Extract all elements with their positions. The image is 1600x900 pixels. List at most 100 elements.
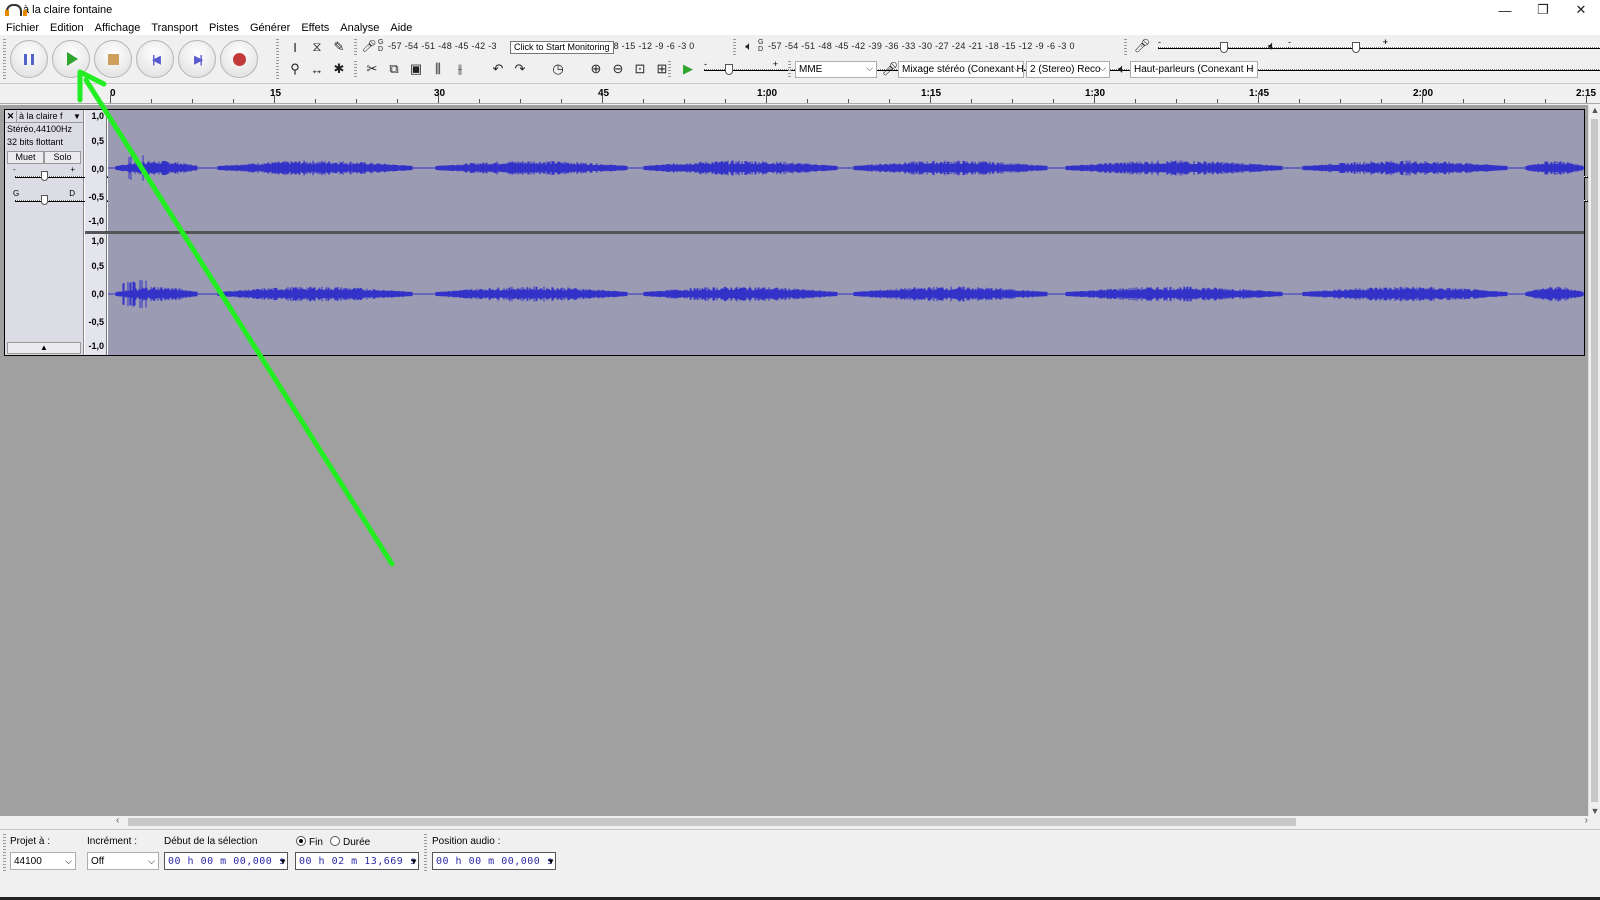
undo-icon[interactable]: ↶ <box>488 59 508 79</box>
zoom-tool-icon[interactable]: ⚲ <box>285 59 305 79</box>
timeline-ruler[interactable]: 0 15 30 45 1:00 1:15 1:30 1:45 2:00 2:15 <box>0 86 1600 104</box>
minimize-icon[interactable]: — <box>1486 0 1524 20</box>
track-menu-icon[interactable]: ▼ <box>71 112 83 121</box>
end-radio-option[interactable]: Fin <box>296 836 323 848</box>
project-rate-label: Projet à : <box>10 836 51 847</box>
slider-thumb[interactable] <box>725 64 733 75</box>
vertical-scrollbar[interactable]: ▲ ▼ <box>1588 105 1600 816</box>
toolbar-grip[interactable] <box>668 61 671 79</box>
menu-affichage[interactable]: Affichage <box>95 22 141 34</box>
scrollbar-thumb[interactable] <box>128 818 1296 826</box>
menu-edition[interactable]: Edition <box>50 22 84 34</box>
envelope-tool-icon[interactable]: ⧖ <box>307 37 327 57</box>
menu-transport[interactable]: Transport <box>151 22 198 34</box>
scroll-down-icon[interactable]: ▼ <box>1589 806 1600 816</box>
slider-thumb[interactable] <box>41 171 48 181</box>
vruler-label: -0,5 <box>88 192 104 202</box>
toolbar-grip[interactable] <box>3 834 6 872</box>
recording-device-select[interactable]: Mixage stéréo (Conexant H ⌵ <box>898 61 1024 78</box>
stop-button[interactable] <box>94 40 132 78</box>
audio-host-select[interactable]: MME ⌵ <box>795 61 877 78</box>
selection-tool-icon[interactable]: I <box>285 37 305 57</box>
menu-generer[interactable]: Générer <box>250 22 290 34</box>
paste-icon[interactable]: ▣ <box>406 59 426 79</box>
gain-slider[interactable]: - + <box>9 164 1596 188</box>
pause-button[interactable] <box>10 40 48 78</box>
close-icon[interactable]: ✕ <box>1562 0 1600 20</box>
window-title: à la claire fontaine <box>23 4 113 16</box>
zoom-in-icon[interactable]: ⊕ <box>586 59 606 79</box>
cut-icon[interactable]: ✂ <box>362 59 382 79</box>
length-radio-icon[interactable] <box>330 836 340 846</box>
skip-to-start-button[interactable]: |◀ <box>136 40 174 78</box>
toolbar-grip[interactable] <box>276 39 279 79</box>
window-controls: — ❐ ✕ <box>1486 0 1600 20</box>
pause-icon <box>24 53 34 65</box>
scrollbar-thumb[interactable] <box>1591 119 1598 802</box>
collapse-track-button[interactable]: ▲ <box>7 342 81 354</box>
toolbar-grip[interactable] <box>733 39 736 57</box>
toolbar-grip[interactable] <box>788 61 791 79</box>
draw-tool-icon[interactable]: ✎ <box>329 37 349 57</box>
ruler-tick <box>1463 99 1464 103</box>
length-radio-option[interactable]: Durée <box>330 836 370 848</box>
skip-to-end-button[interactable]: ▶| <box>178 40 216 78</box>
ruler-tick <box>971 99 972 103</box>
snap-select[interactable]: Off ⌵ <box>87 852 159 870</box>
project-rate-select[interactable]: 44100 ⌵ <box>10 852 76 870</box>
pan-slider[interactable]: G D <box>9 188 1596 212</box>
slider-thumb[interactable] <box>1352 42 1360 53</box>
track-close-icon[interactable]: ✕ <box>5 110 17 122</box>
chevron-down-icon: ⌵ <box>65 855 72 866</box>
recording-channels-select[interactable]: 2 (Stereo) Reco ⌵ <box>1026 61 1110 78</box>
restore-icon[interactable]: ❐ <box>1524 0 1562 20</box>
toolbar-grip[interactable] <box>354 61 357 79</box>
sync-lock-icon[interactable]: ◷ <box>548 59 568 79</box>
mute-button[interactable]: Muet <box>7 151 44 164</box>
menu-effets[interactable]: Effets <box>301 22 329 34</box>
play-button[interactable] <box>52 40 90 78</box>
multi-tool-icon[interactable]: ✱ <box>329 59 349 79</box>
track-panel[interactable]: ✕ à la claire f ▼ Stéréo,44100Hz 32 bits… <box>0 105 1596 816</box>
horizontal-scrollbar[interactable]: ‹ › <box>110 815 1588 828</box>
selection-end-time[interactable]: 00 h 02 m 13,669 s ▼ <box>295 852 419 870</box>
playback-meter[interactable]: 🔈︎ G D -57 -54 -51 -48 -45 -42 -39 -36 -… <box>740 37 1075 55</box>
menu-fichier[interactable]: Fichier <box>6 22 39 34</box>
zoom-out-icon[interactable]: ⊖ <box>608 59 628 79</box>
track-format: Stéréo,44100Hz <box>7 124 73 134</box>
scroll-left-icon[interactable]: ‹ <box>116 815 119 826</box>
scroll-up-icon[interactable]: ▲ <box>1589 105 1600 115</box>
menu-pistes[interactable]: Pistes <box>209 22 239 34</box>
ruler-tick <box>1504 99 1505 103</box>
track-control-panel[interactable]: ✕ à la claire f ▼ Stéréo,44100Hz 32 bits… <box>5 110 1596 355</box>
menu-aide[interactable]: Aide <box>390 22 412 34</box>
copy-icon[interactable]: ⧉ <box>384 59 404 79</box>
playback-volume-slider[interactable]: - + <box>1288 37 1600 55</box>
toolbar-grip[interactable] <box>354 39 357 57</box>
project-rate-value: 44100 <box>14 855 42 867</box>
toolbar-grip[interactable] <box>1124 39 1127 57</box>
record-button[interactable] <box>220 40 258 78</box>
ruler-tick <box>684 99 685 103</box>
slider-thumb[interactable] <box>1220 42 1228 53</box>
track-name-button[interactable]: à la claire f <box>17 111 71 121</box>
audio-position-time[interactable]: 00 h 00 m 00,000 s ▼ <box>432 852 556 870</box>
playback-device-select[interactable]: Haut-parleurs (Conexant H ⌵ <box>1130 61 1258 78</box>
end-radio-icon[interactable] <box>296 836 306 846</box>
scroll-right-icon[interactable]: › <box>1585 815 1588 826</box>
play-speed-slider[interactable]: - + <box>704 59 1600 77</box>
audio-track[interactable]: ✕ à la claire f ▼ Stéréo,44100Hz 32 bits… <box>4 109 1596 356</box>
silence-audio-icon[interactable]: ⫲ <box>450 59 470 79</box>
ruler-tick <box>520 99 521 103</box>
menu-analyse[interactable]: Analyse <box>340 22 379 34</box>
time-shift-tool-icon[interactable]: ↔ <box>307 59 327 79</box>
redo-icon[interactable]: ↷ <box>510 59 530 79</box>
selection-start-time[interactable]: 00 h 00 m 00,000 s ▼ <box>164 852 288 870</box>
toolbar-grip[interactable] <box>3 39 6 79</box>
slider-thumb[interactable] <box>41 195 48 205</box>
toolbar-grip[interactable] <box>424 834 427 872</box>
play-at-speed-icon[interactable]: ▶ <box>678 59 698 79</box>
fit-selection-icon[interactable]: ⊡ <box>630 59 650 79</box>
solo-button[interactable]: Solo <box>44 151 81 164</box>
trim-audio-icon[interactable]: ⫼ <box>428 59 448 79</box>
